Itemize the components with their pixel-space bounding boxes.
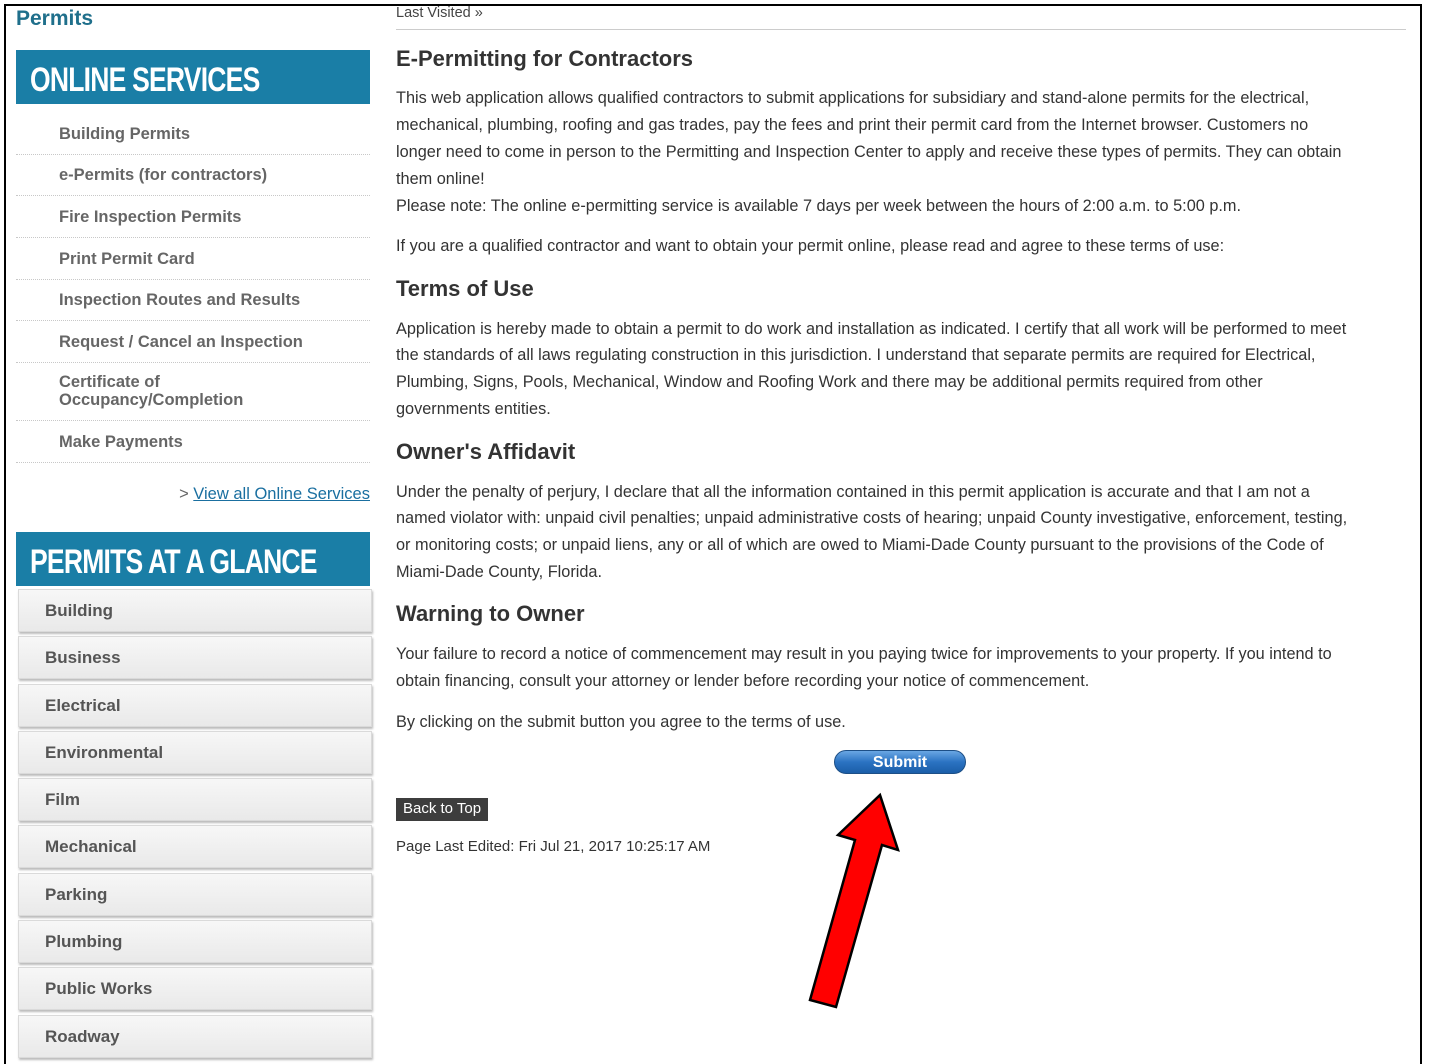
intro-line: longer need to come in person to the Per… — [396, 143, 1342, 161]
sidebar-item-label: Print Permit Card — [59, 250, 195, 268]
page-last-edited: Page Last Edited: Fri Jul 21, 2017 10:25… — [396, 838, 711, 855]
affidavit-line: Under the penalty of perjury, I declare … — [396, 483, 1310, 501]
permits-at-a-glance-list: Building Business Electrical Environment… — [18, 589, 372, 1062]
affidavit-line: or monitoring costs; or unpaid liens, an… — [396, 536, 1324, 554]
view-all-online-services-link[interactable]: View all Online Services — [193, 485, 370, 503]
warning-heading: Warning to Owner — [396, 601, 585, 626]
view-all-services: > View all Online Services — [179, 485, 370, 504]
sidebar-item-label: Inspection Routes and Results — [59, 291, 301, 309]
sidebar-item-label: Request / Cancel an Inspection — [59, 333, 303, 351]
terms-heading: Terms of Use — [396, 276, 534, 301]
terms-line: Plumbing, Signs, Pools, Mechanical, Wind… — [396, 373, 1263, 391]
red-arrow-annotation — [808, 792, 900, 1009]
glance-item-mechanical[interactable]: Mechanical — [18, 825, 372, 869]
sidebar-item-label: e-Permits (for contractors) — [59, 166, 268, 184]
terms-line: the standards of all laws regulating con… — [396, 346, 1316, 364]
sidebar-item-request-cancel-inspection[interactable]: Request / Cancel an Inspection — [16, 321, 370, 363]
back-to-top-button[interactable]: Back to Top — [396, 798, 489, 821]
sidebar-item-e-permits[interactable]: e-Permits (for contractors) — [16, 155, 370, 196]
affidavit-heading: Owner's Affidavit — [396, 439, 576, 464]
sidebar-item-certificate-of-occupancy[interactable]: Certificate of Occupancy/Completion — [16, 363, 370, 421]
glance-item-film[interactable]: Film — [18, 778, 372, 822]
qualify-text: If you are a qualified contractor and wa… — [396, 237, 1225, 255]
sidebar-item-label: Make Payments — [59, 433, 183, 451]
sidebar-item-print-permit-card[interactable]: Print Permit Card — [16, 238, 370, 280]
intro-line: them online! — [396, 170, 485, 188]
glance-item-business[interactable]: Business — [18, 636, 372, 680]
page-title: E-Permitting for Contractors — [396, 46, 694, 71]
permits-at-a-glance-banner: PERMITS AT A GLANCE — [16, 532, 370, 586]
sidebar-title[interactable]: Permits — [16, 7, 93, 31]
intro-line: This web application allows qualified co… — [396, 89, 1310, 107]
glance-item-plumbing[interactable]: Plumbing — [18, 920, 372, 964]
agree-text: By clicking on the submit button you agr… — [396, 713, 846, 731]
glance-item-electrical[interactable]: Electrical — [18, 683, 372, 727]
glance-item-parking[interactable]: Parking — [18, 872, 372, 916]
permits-at-a-glance-heading: PERMITS AT A GLANCE — [30, 543, 318, 581]
view-all-prefix: > — [179, 485, 194, 503]
glance-item-environmental[interactable]: Environmental — [18, 730, 372, 774]
glance-item-roadway[interactable]: Roadway — [18, 1014, 372, 1058]
online-services-banner: ONLINE SERVICES — [16, 50, 370, 104]
sidebar-item-label: Fire Inspection Permits — [59, 208, 242, 226]
sidebar-item-fire-inspection-permits[interactable]: Fire Inspection Permits — [16, 196, 370, 238]
warning-line: obtain financing, consult your attorney … — [396, 672, 1090, 690]
submit-button[interactable]: Submit — [834, 750, 966, 774]
sidebar-item-label: Certificate of — [59, 373, 160, 391]
sidebar-item-inspection-routes[interactable]: Inspection Routes and Results — [16, 280, 370, 321]
online-services-list: Building Permits e-Permits (for contract… — [16, 113, 370, 463]
online-services-heading: ONLINE SERVICES — [30, 61, 260, 99]
sidebar-item-label: Building Permits — [59, 125, 191, 143]
terms-line: governments entities. — [396, 400, 551, 418]
terms-line: Application is hereby made to obtain a p… — [396, 320, 1347, 338]
warning-line: Your failure to record a notice of comme… — [396, 645, 1332, 663]
glance-item-building[interactable]: Building — [18, 589, 372, 632]
divider — [396, 29, 1406, 30]
intro-line: mechanical, plumbing, roofing and gas tr… — [396, 116, 1309, 134]
sidebar-item-make-payments[interactable]: Make Payments — [16, 421, 370, 463]
last-visited-link[interactable]: Last Visited » — [396, 5, 483, 21]
glance-item-public-works[interactable]: Public Works — [18, 967, 372, 1011]
service-hours-note: Please note: The online e-permitting ser… — [396, 197, 1241, 215]
sidebar-item-building-permits[interactable]: Building Permits — [16, 113, 370, 155]
affidavit-line: Miami-Dade County, Florida. — [396, 563, 602, 581]
affidavit-line: named violator with: unpaid civil penalt… — [396, 509, 1348, 527]
sidebar-item-label: Occupancy/Completion — [59, 390, 244, 409]
